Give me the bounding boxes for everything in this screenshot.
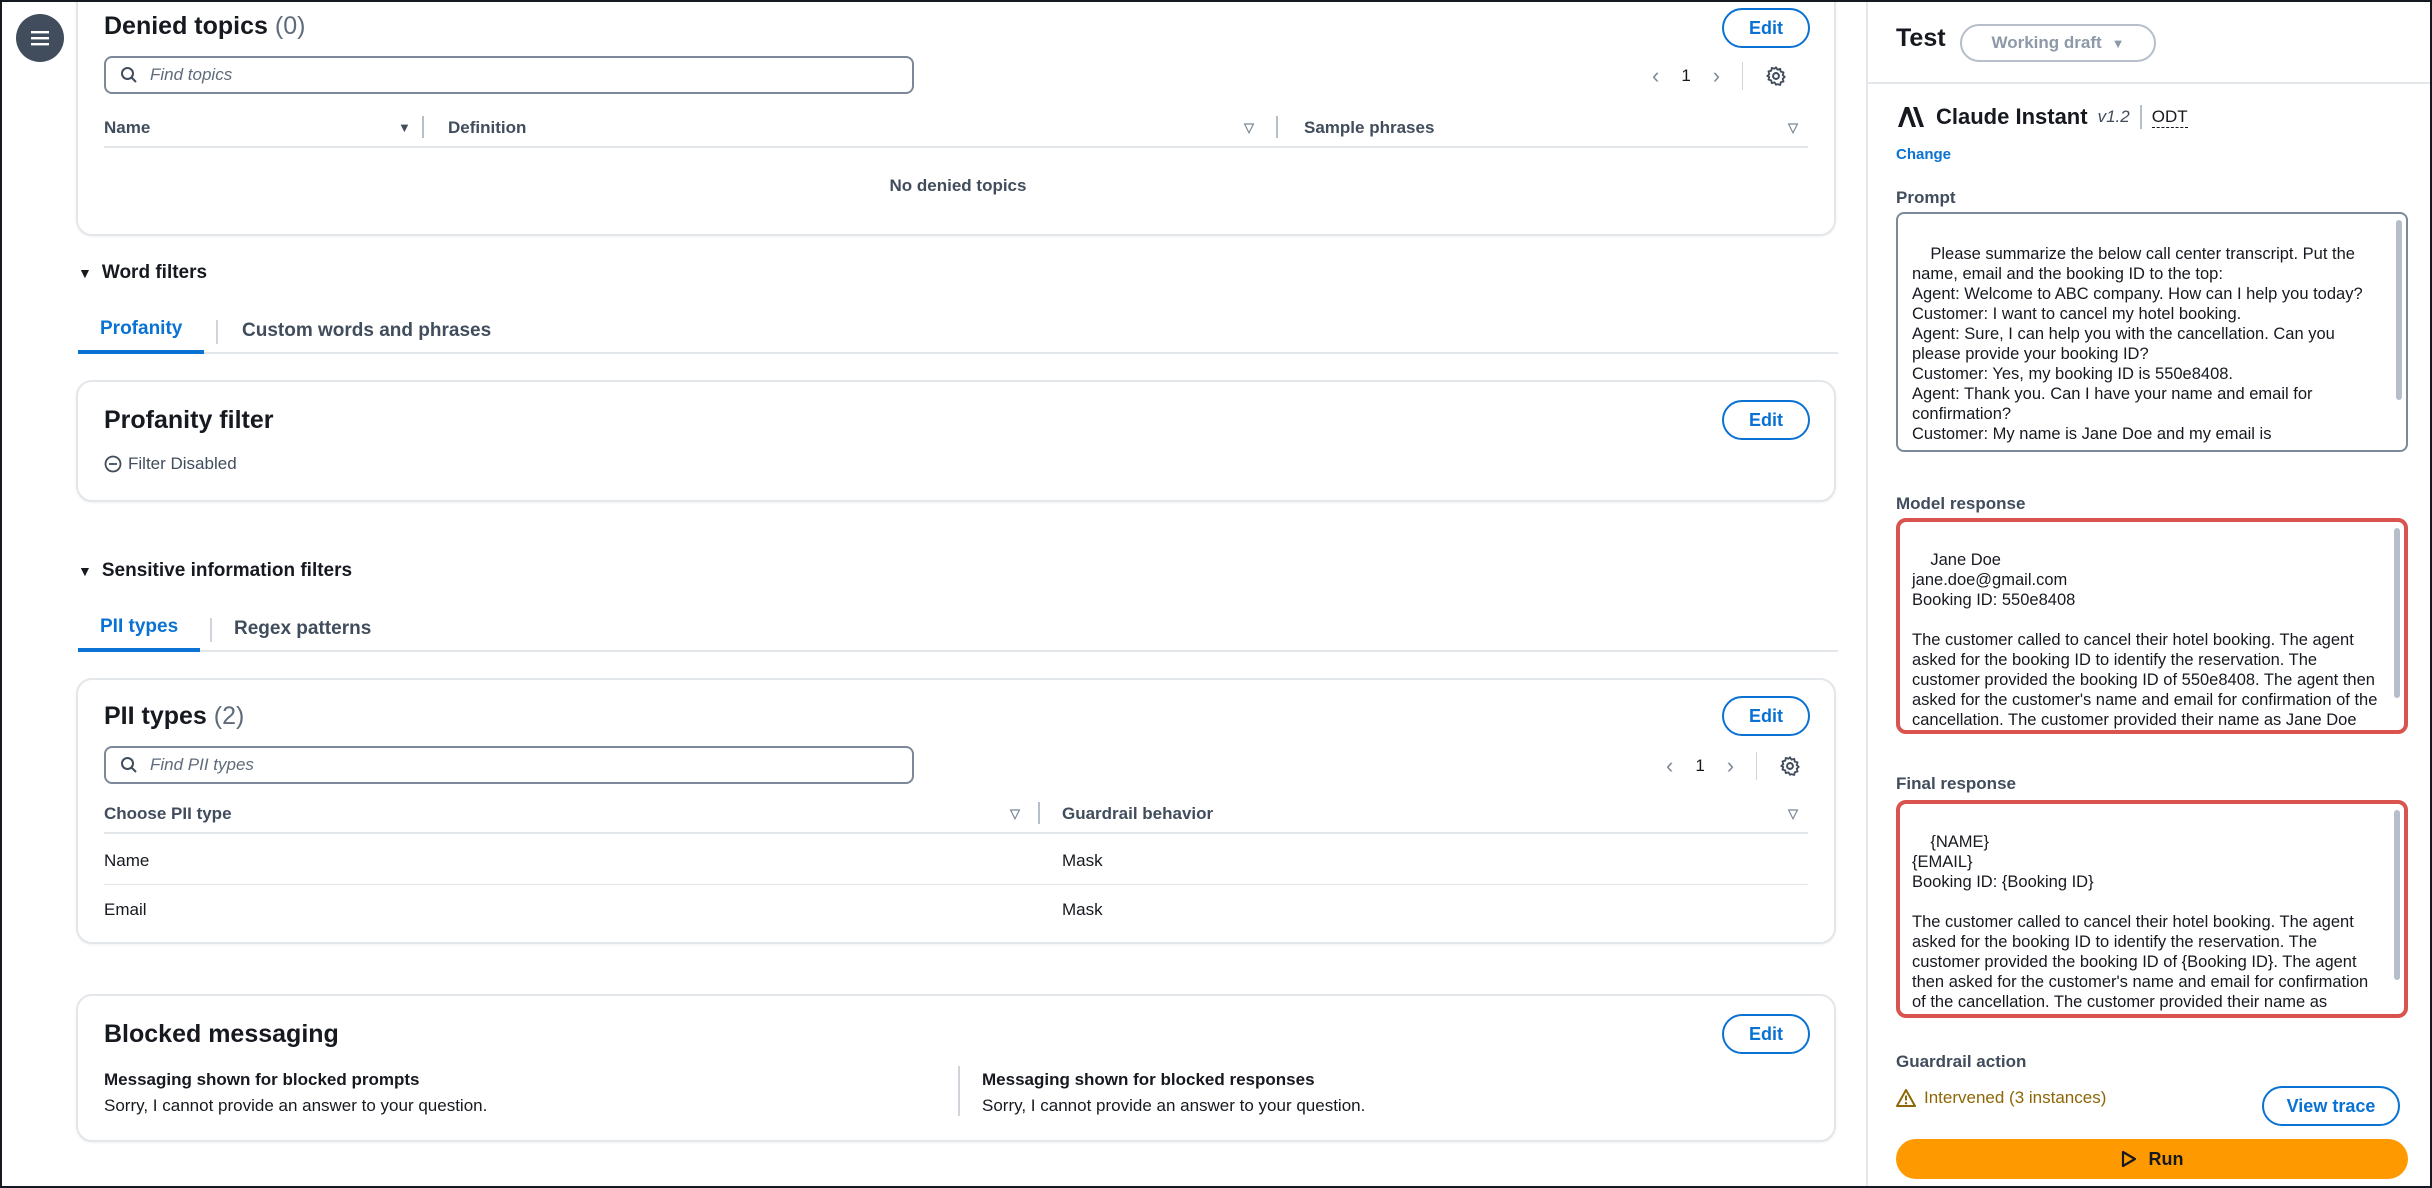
final-response-scrollbar[interactable] [2394,810,2400,980]
model-name: Claude Instant [1936,104,2088,129]
denied-topics-edit-button[interactable]: Edit [1722,8,1810,48]
blocked-messaging-edit-button[interactable]: Edit [1722,1014,1810,1054]
chevron-left-icon[interactable]: ‹ [1652,65,1659,87]
denied-topics-pagination: ‹ 1 › [1652,62,1787,90]
model-selector: Claude Instant v1.2 ODT [1896,104,2188,130]
blocked-responses-text: Sorry, I cannot provide an answer to you… [982,1096,1366,1115]
model-response-textarea[interactable]: Jane Doe jane.doe@gmail.com Booking ID: … [1896,518,2408,734]
find-topics-search[interactable] [104,56,914,94]
denied-topics-card: Denied topics (0) Edit ‹ 1 › Name ▼ Defi… [76,0,1836,236]
chevron-right-icon[interactable]: › [1713,65,1720,87]
final-response-label: Final response [1896,774,2016,793]
chevron-right-icon[interactable]: › [1727,755,1734,777]
sort-caret-icon[interactable]: ▼ [398,120,411,135]
minus-circle-icon [104,455,122,473]
model-mode: ODT [2151,106,2188,128]
model-response-label: Model response [1896,494,2026,513]
caret-down-icon: ▼ [78,265,92,281]
profanity-filter-card: Profanity filter Edit Filter Disabled [76,380,1836,502]
denied-topics-table-header: Name ▼ Definition ▽ Sample phrases ▽ [104,108,1808,148]
model-response-scrollbar[interactable] [2394,528,2400,698]
final-response-textarea[interactable]: {NAME} {EMAIL} Booking ID: {Booking ID} … [1896,800,2408,1018]
sort-caret-icon[interactable]: ▽ [1010,806,1020,822]
denied-topics-title: Denied topics (0) [104,12,306,40]
caret-down-icon: ▼ [2111,35,2125,51]
main-content: Denied topics (0) Edit ‹ 1 › Name ▼ Defi… [76,0,1838,1188]
blocked-responses-label: Messaging shown for blocked responses [982,1070,1315,1089]
anthropic-logo-icon [1898,107,1924,127]
sensitive-info-tabs: PII types Regex patterns [78,606,1838,652]
search-icon [121,67,137,83]
pii-pagination: ‹ 1 › [1666,752,1801,780]
guardrail-action-label: Guardrail action [1896,1052,2027,1071]
warning-icon [1896,1089,1916,1107]
column-guardrail-behavior[interactable]: Guardrail behavior [1062,804,1213,824]
find-pii-search[interactable] [104,746,914,784]
pii-type-cell: Name [104,851,150,870]
run-button[interactable]: Run [1896,1139,2408,1179]
test-panel: Test Working draft ▼ Claude Instant v1.2… [1866,0,2432,1188]
play-icon [2121,1150,2136,1168]
chevron-left-icon[interactable]: ‹ [1666,755,1673,777]
view-trace-button[interactable]: View trace [2262,1086,2400,1126]
caret-down-icon: ▼ [78,563,92,579]
tab-regex-patterns[interactable]: Regex patterns [212,606,393,652]
test-panel-title: Test [1896,24,1946,52]
blocked-prompts-text: Sorry, I cannot provide an answer to you… [104,1096,488,1115]
behavior-cell: Mask [1062,900,1103,919]
find-pii-input[interactable] [150,755,850,775]
pii-table-header: Choose PII type ▽ Guardrail behavior ▽ [104,794,1808,834]
blocked-prompts-label: Messaging shown for blocked prompts [104,1070,420,1089]
pii-edit-button[interactable]: Edit [1722,696,1810,736]
word-filters-toggle[interactable]: ▼ Word filters [78,262,207,284]
settings-gear-icon[interactable] [1779,755,1801,777]
prompt-scrollbar[interactable] [2396,220,2402,400]
search-icon [121,757,137,773]
test-panel-header: Test Working draft ▼ [1868,0,2432,84]
pii-type-cell: Email [104,900,147,919]
profanity-edit-button[interactable]: Edit [1722,400,1810,440]
tab-profanity[interactable]: Profanity [78,308,205,354]
pii-types-card: PII types (2) Edit ‹ 1 › Choose PII type… [76,678,1836,944]
change-model-link[interactable]: Change [1896,146,1951,163]
column-sample-phrases[interactable]: Sample phrases [1304,118,1434,138]
table-row: Name Mask [104,836,1808,885]
prompt-label: Prompt [1896,188,1956,207]
word-filters-tabs: Profanity Custom words and phrases [78,308,1838,354]
menu-button[interactable] [16,14,64,62]
sort-caret-icon[interactable]: ▽ [1788,806,1798,822]
blocked-messaging-title: Blocked messaging [104,1020,339,1048]
column-pii-type[interactable]: Choose PII type [104,804,232,824]
pii-types-title: PII types (2) [104,702,245,730]
filter-status: Filter Disabled [104,454,237,474]
behavior-cell: Mask [1062,851,1103,870]
sensitive-info-toggle[interactable]: ▼ Sensitive information filters [78,560,352,582]
guardrail-status: Intervened (3 instances) [1896,1088,2106,1108]
settings-gear-icon[interactable] [1765,65,1787,87]
menu-icon [31,31,49,46]
blocked-messaging-card: Blocked messaging Edit Messaging shown f… [76,994,1836,1142]
sort-caret-icon[interactable]: ▽ [1244,120,1254,136]
profanity-filter-title: Profanity filter [104,406,274,434]
page-number[interactable]: 1 [1681,66,1690,86]
prompt-textarea[interactable]: Please summarize the below call center t… [1896,212,2408,452]
table-row: Email Mask [104,885,1808,934]
empty-state-text: No denied topics [889,176,1027,195]
model-version: v1.2 [2097,107,2130,126]
find-topics-input[interactable] [150,65,850,85]
draft-version-select[interactable]: Working draft ▼ [1960,24,2156,62]
column-name[interactable]: Name [104,118,150,138]
tab-pii-types[interactable]: PII types [78,606,201,652]
tab-custom-words[interactable]: Custom words and phrases [220,308,513,354]
page-number[interactable]: 1 [1695,756,1704,776]
sort-caret-icon[interactable]: ▽ [1788,120,1798,136]
column-definition[interactable]: Definition [448,118,526,138]
